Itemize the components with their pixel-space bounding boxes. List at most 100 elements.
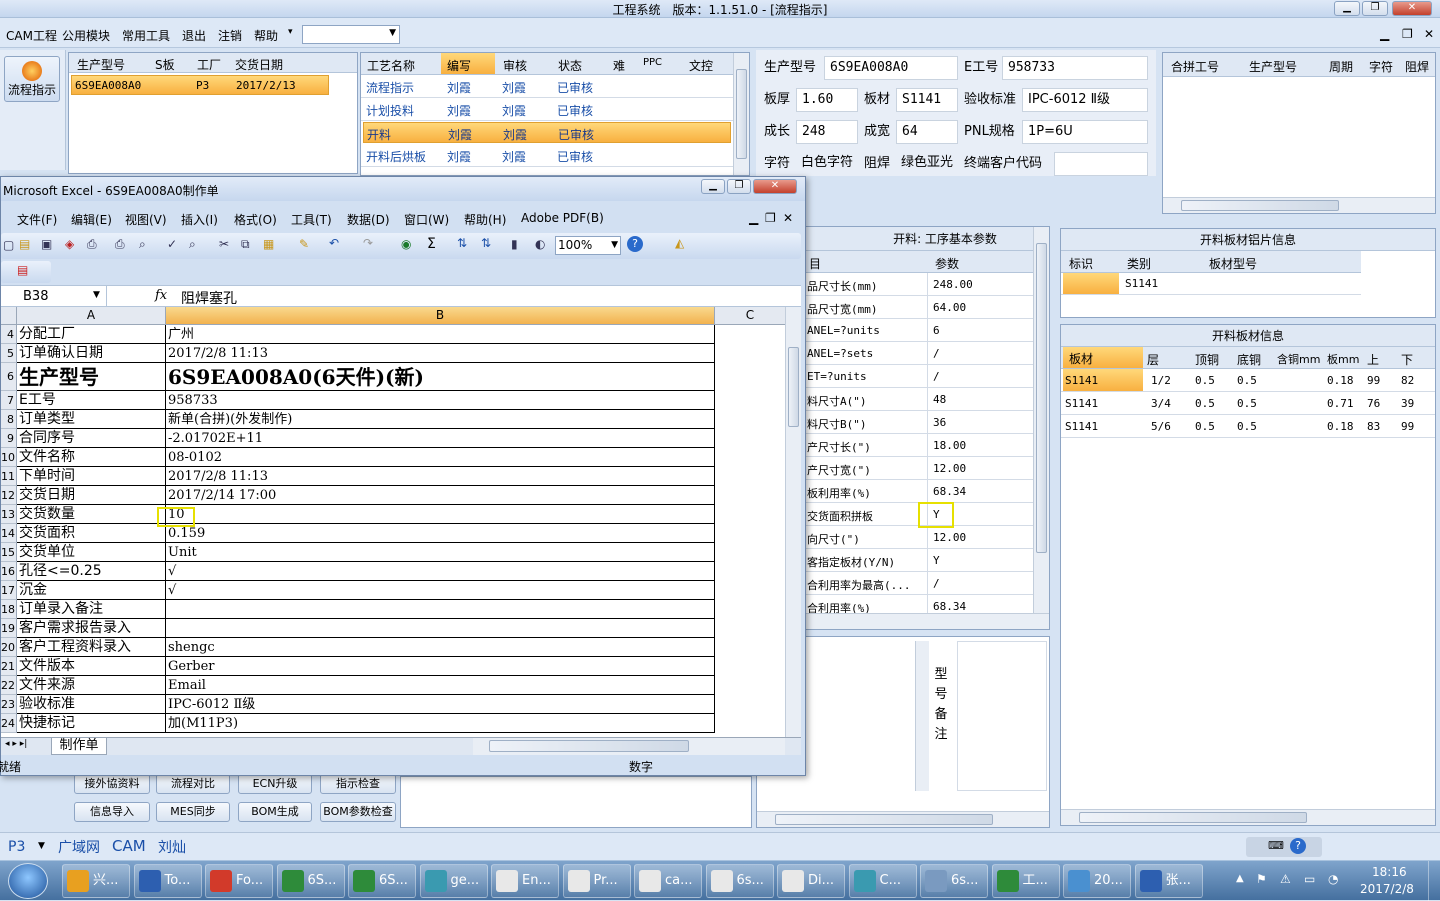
taskbar-item[interactable]: Pr... — [562, 864, 631, 898]
maximize-button[interactable]: ❐ — [1362, 1, 1388, 16]
cell-a[interactable]: 快捷标记 — [17, 714, 166, 733]
start-button[interactable] — [8, 863, 48, 899]
flow-compare-button[interactable]: 流程对比 — [156, 774, 230, 794]
cell-b[interactable]: 2017/2/14 17:00 — [166, 486, 715, 505]
row-header[interactable]: 11 — [1, 467, 17, 486]
keyboard-icon[interactable]: ⌨ — [1268, 839, 1284, 852]
select-all-corner[interactable] — [1, 307, 17, 325]
mdi-close[interactable]: ✕ — [1424, 27, 1434, 41]
thickness-field[interactable]: 1.60 — [796, 88, 858, 112]
col-reviewer[interactable]: 审核 — [503, 57, 527, 74]
menu-common-module[interactable]: 公用模块 — [62, 27, 110, 44]
taskbar-item[interactable]: Fo... — [205, 864, 273, 898]
row-header[interactable]: 17 — [1, 581, 17, 600]
cell-b[interactable]: IPC-6012 Ⅱ级 — [166, 695, 715, 714]
mask-field[interactable]: 绿色亚光 — [896, 152, 962, 176]
material-field[interactable]: S1141 — [896, 88, 958, 112]
mdi-minimize[interactable]: ▁ — [1380, 27, 1389, 41]
col-s-board[interactable]: S板 — [155, 56, 175, 73]
col-board-mm[interactable]: 板mm — [1327, 351, 1359, 367]
chevron-down-icon[interactable]: ▼ — [38, 841, 45, 851]
col-process-name[interactable]: 工艺名称 — [367, 57, 415, 74]
merge-grid-hscroll[interactable] — [1163, 197, 1435, 213]
col-delivery-date[interactable]: 交货日期 — [235, 56, 283, 73]
col-status[interactable]: 状态 — [558, 57, 582, 74]
cell-a[interactable]: 交货数量 — [17, 505, 166, 524]
cell-a[interactable]: 交货单位 — [17, 543, 166, 562]
table-row[interactable]: S1141 5/6 0.5 0.5 0.18 83 99 — [1061, 415, 1435, 438]
cell-a[interactable]: 文件来源 — [17, 676, 166, 695]
sheet-vscroll[interactable] — [785, 307, 801, 737]
cell-b[interactable]: 广州 — [166, 325, 715, 344]
row-header[interactable]: 7 — [1, 391, 17, 410]
ecn-upgrade-button[interactable]: ECN升级 — [238, 774, 312, 794]
excel-menu-edit[interactable]: 编辑(E) — [71, 211, 112, 228]
menu-exit[interactable]: 退出 — [182, 27, 206, 44]
row-header[interactable]: 14 — [1, 524, 17, 543]
tray-expand-icon[interactable]: ▲ — [1236, 873, 1244, 884]
function-icon[interactable]: fx — [155, 288, 167, 303]
chart-icon[interactable]: ▮ — [511, 237, 518, 251]
col-bottom-copper[interactable]: 底铜 — [1237, 351, 1261, 368]
cell-b[interactable]: 08-0102 — [166, 448, 715, 467]
scroll-thumb[interactable] — [788, 347, 799, 427]
cell-b[interactable]: shengc — [166, 638, 715, 657]
col-period[interactable]: 周期 — [1329, 58, 1353, 75]
cell-b[interactable]: √ — [166, 562, 715, 581]
col-param[interactable]: 参数 — [935, 255, 959, 272]
cell-a[interactable]: 孔径<=0.25 — [17, 562, 166, 581]
ime-bar[interactable]: ⌨ ? — [1246, 837, 1322, 857]
cell-b[interactable] — [166, 600, 715, 619]
open-icon[interactable]: ▤ — [19, 237, 30, 251]
clock-date[interactable]: 2017/2/8 — [1360, 882, 1414, 896]
remark-field[interactable] — [957, 641, 1047, 791]
cell-a[interactable]: 客户工程资料录入 — [17, 638, 166, 657]
bom-param-check-button[interactable]: BOM参数检查 — [320, 802, 396, 822]
print-icon[interactable]: ⎙ — [87, 237, 97, 252]
cell-b[interactable]: 6S9EA008A0(6天件)(新) — [166, 363, 715, 391]
table-row[interactable]: 开料后烘板 刘霞 刘霞 已审核 — [361, 144, 733, 167]
taskbar-item[interactable]: 6S... — [276, 864, 345, 898]
save-icon[interactable]: ▣ — [41, 237, 52, 251]
scroll-thumb[interactable] — [736, 69, 747, 159]
redo-icon[interactable]: ↷ — [363, 236, 373, 250]
col-merge-no[interactable]: 合拼工号 — [1171, 58, 1219, 75]
length-field[interactable]: 248 — [796, 120, 858, 144]
row-header[interactable]: 12 — [1, 486, 17, 505]
cell-b[interactable]: 10 — [166, 505, 715, 524]
paste-icon[interactable]: ▦ — [263, 237, 274, 251]
excel-menu-view[interactable]: 视图(V) — [125, 211, 167, 228]
excel-menu-window[interactable]: 窗口(W) — [404, 211, 449, 228]
remark-hscroll[interactable] — [757, 811, 1049, 827]
name-box[interactable]: B38 ▼ — [1, 286, 107, 307]
taskbar-item[interactable]: 6s... — [705, 864, 774, 898]
row-header[interactable]: 20 — [1, 638, 17, 657]
show-desktop-button[interactable] — [1428, 861, 1440, 901]
excel-doc-minimize[interactable]: ▁ — [749, 211, 758, 225]
cell-b[interactable]: √ — [166, 581, 715, 600]
taskbar-item[interactable]: ca... — [634, 864, 702, 898]
row-header[interactable]: 4 — [1, 325, 17, 344]
table-row[interactable]: S1141 3/4 0.5 0.5 0.71 76 39 — [1061, 392, 1435, 415]
col-difficulty[interactable]: 难 — [613, 57, 625, 74]
cell-b[interactable]: -2.01702E+11 — [166, 429, 715, 448]
taskbar-item[interactable]: 6S... — [348, 864, 416, 898]
col-model[interactable]: 生产型号 — [77, 56, 125, 73]
menu-tools[interactable]: 常用工具 — [122, 27, 170, 44]
cut-icon[interactable]: ✂ — [219, 237, 229, 251]
column-header-c[interactable]: C — [715, 307, 785, 325]
column-header-a[interactable]: A — [17, 307, 166, 325]
col-factory[interactable]: 工厂 — [197, 56, 221, 73]
table-row[interactable]: 流程指示 刘霞 刘霞 已审核 — [361, 75, 733, 98]
row-header[interactable]: 13 — [1, 505, 17, 524]
drawing-icon[interactable]: ◐ — [535, 237, 545, 251]
cell-a[interactable]: 客户需求报告录入 — [17, 619, 166, 638]
cell-b[interactable] — [166, 619, 715, 638]
mdi-restore[interactable]: ❐ — [1402, 27, 1413, 41]
info-import-button[interactable]: 信息导入 — [74, 802, 150, 822]
cell-a[interactable]: 文件版本 — [17, 657, 166, 676]
col-char[interactable]: 字符 — [1369, 58, 1393, 75]
excel-doc-close[interactable]: ✕ — [783, 211, 793, 225]
taskbar-item[interactable]: 工... — [991, 864, 1060, 898]
excel-menu-tools[interactable]: 工具(T) — [291, 211, 332, 228]
